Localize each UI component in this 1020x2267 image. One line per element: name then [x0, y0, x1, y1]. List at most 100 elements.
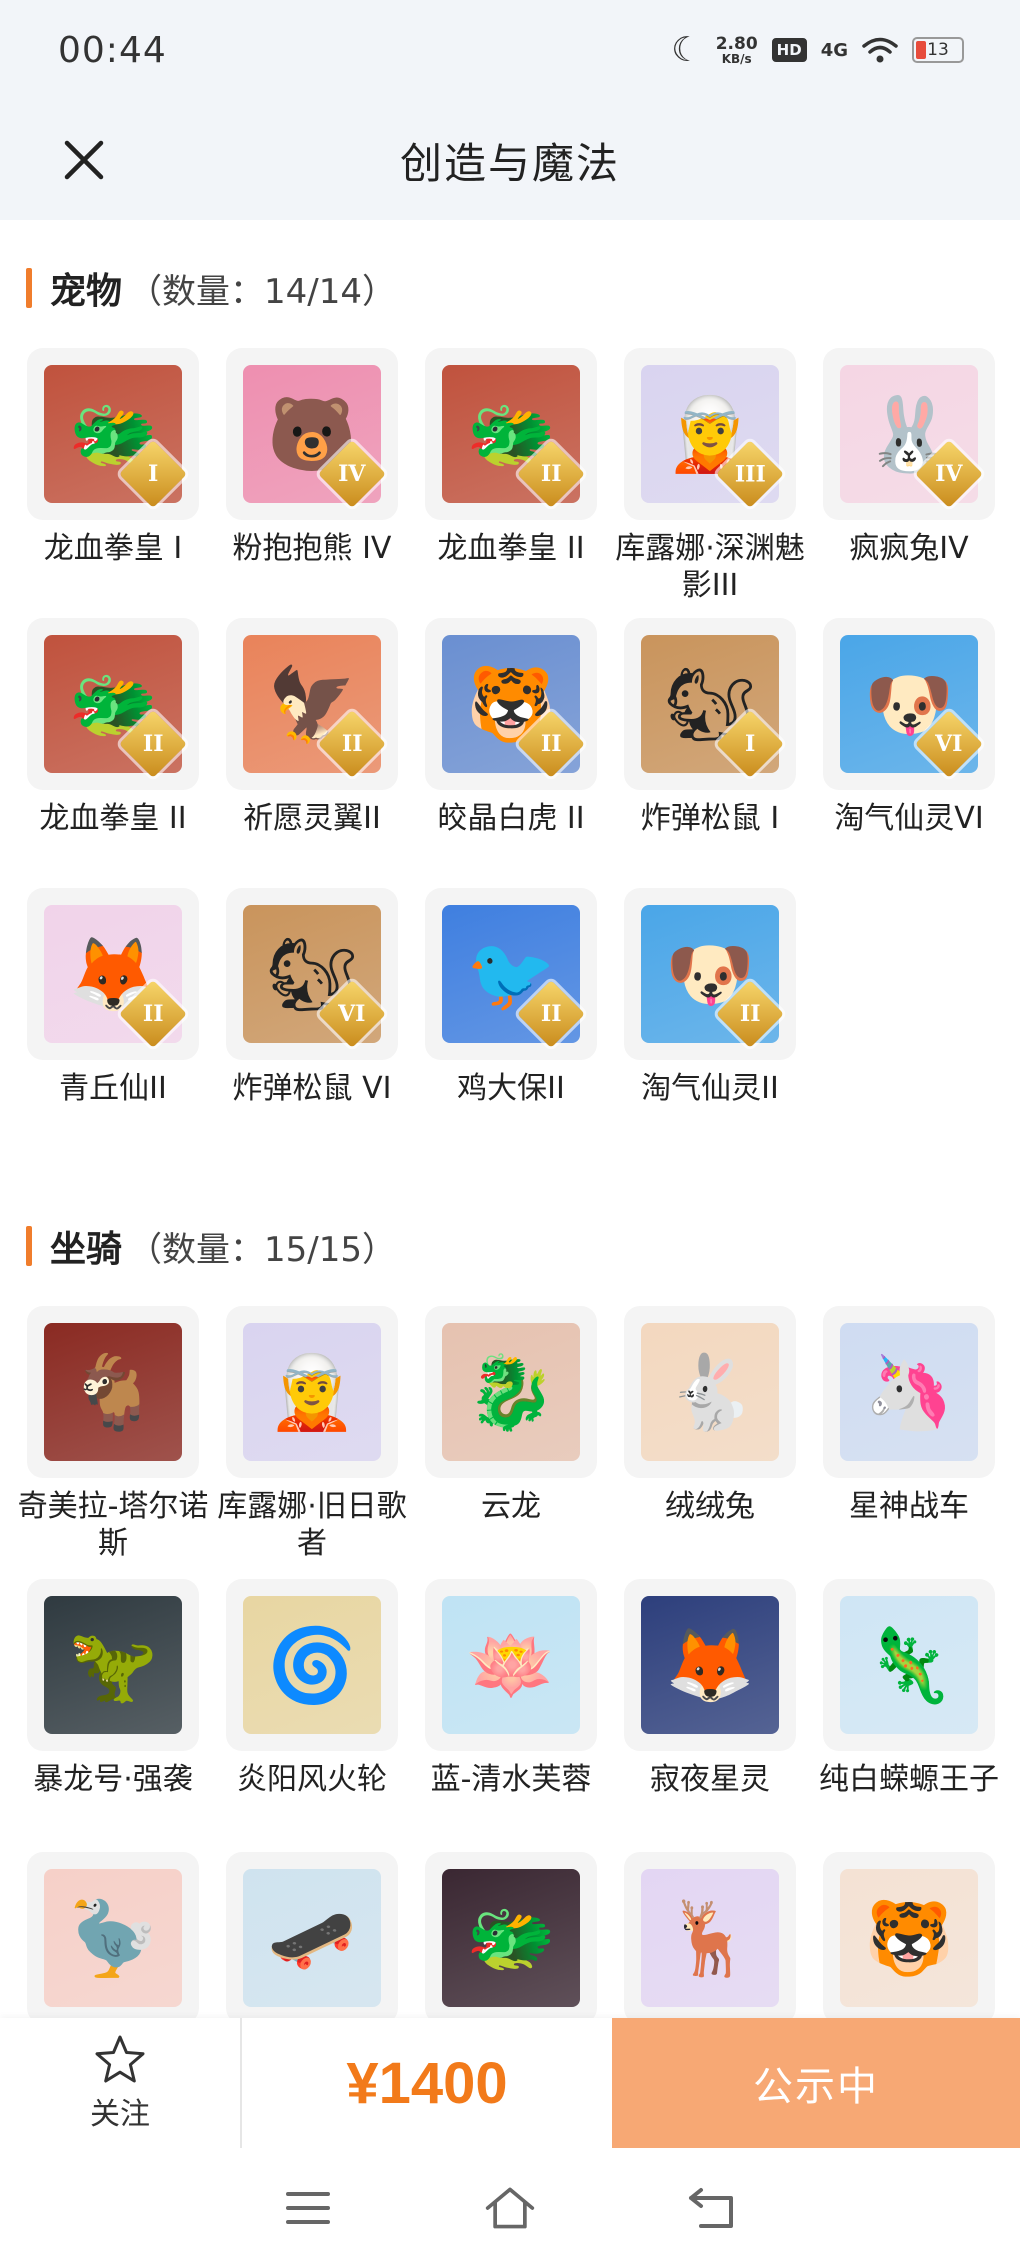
mounts-art-icon: 🐐: [68, 1350, 158, 1434]
mounts-item[interactable]: 🦄 星神战车: [823, 1306, 995, 1579]
pets-item[interactable]: 🐲 II 龙血拳皇 II: [425, 348, 597, 618]
back-button[interactable]: [686, 2182, 738, 2234]
mounts-name: 云龙: [481, 1489, 541, 1524]
mounts-thumbnail: 🦎: [823, 1579, 995, 1751]
pets-thumbnail: 🐿 I: [624, 618, 796, 790]
publicity-button[interactable]: 公示中: [612, 2018, 1020, 2148]
pets-section-header: 宠物 （数量：14/14）: [0, 258, 1020, 318]
mounts-item[interactable]: 🦎 纯白蝾螈王子: [819, 1579, 999, 1852]
pets-thumbnail: 🐲 I: [27, 348, 199, 520]
pets-thumbnail: 🐿 VI: [226, 888, 398, 1060]
pets-thumbnail: 🐦 II: [425, 888, 597, 1060]
section-accent-bar: [26, 1226, 32, 1266]
mounts-item[interactable]: 🧝 库露娜·旧日歌者: [217, 1306, 407, 1579]
mounts-art-icon: 🐲: [466, 1896, 556, 1980]
mounts-thumbnail: 🐯: [823, 1852, 995, 2020]
mounts-item[interactable]: 🦤追梦陆行鸟: [27, 1852, 199, 2020]
mounts-thumbnail: 🦊: [624, 1579, 796, 1751]
mounts-name: 库露娜·旧日歌者: [217, 1489, 407, 1561]
hd-icon: HD: [771, 38, 807, 62]
mounts-image: 🦤: [44, 1869, 182, 2007]
mounts-name: 蓝-清水芙蓉: [430, 1762, 592, 1797]
follow-label: 关注: [90, 2097, 150, 2132]
close-button[interactable]: [52, 128, 116, 192]
mounts-grid: 🐐 奇美拉-塔尔诺斯 🧝 库露娜·旧日歌者 🐉 云龙 🐇 绒绒兔 🦄 星神战车 🦖 暴龙号·强袭 🌀 炎阳…: [0, 1306, 1020, 2020]
pets-item[interactable]: 🐯 II 皎晶白虎 II: [425, 618, 597, 888]
mounts-name: 星神战车: [849, 1489, 969, 1524]
mounts-item[interactable]: 🦖 暴龙号·强袭: [27, 1579, 199, 1852]
mounts-item[interactable]: 🦊 寂夜星灵: [624, 1579, 796, 1852]
mounts-item[interactable]: 🌀 炎阳风火轮: [226, 1579, 398, 1852]
mounts-item[interactable]: 🐉 云龙: [425, 1306, 597, 1579]
pets-item[interactable]: 🐶 VI 淘气仙灵VI: [823, 618, 995, 888]
mounts-section-header: 坐骑 （数量：15/15）: [0, 1216, 1020, 1276]
battery-level: 13: [927, 40, 949, 60]
mounts-image: 🌀: [243, 1596, 381, 1734]
mounts-thumbnail: 🦄: [823, 1306, 995, 1478]
follow-button[interactable]: 关注: [0, 2018, 242, 2148]
mounts-image: 🦖: [44, 1596, 182, 1734]
menu-icon: [286, 2191, 330, 2224]
mounts-item[interactable]: 🪷 蓝-清水芙蓉: [425, 1579, 597, 1852]
home-button[interactable]: [484, 2182, 536, 2234]
battery-icon: 13: [912, 37, 964, 63]
mounts-item[interactable]: 🐲尼德霍格: [425, 1852, 597, 2020]
pets-name: 淘气仙灵VI: [834, 801, 984, 836]
mounts-image: 🐉: [442, 1323, 580, 1461]
mounts-image: 🦄: [840, 1323, 978, 1461]
pets-item[interactable]: 🐲 II 龙血拳皇 II: [27, 618, 199, 888]
star-icon: [95, 2035, 145, 2083]
mounts-art-icon: 🦌: [665, 1896, 755, 1980]
mounts-thumbnail: 🦤: [27, 1852, 199, 2020]
publicity-label: 公示中: [753, 2064, 879, 2110]
pets-grid: 🐲 I 龙血拳皇 I 🐻 IV 粉抱抱熊 IV 🐲 II 龙血拳皇 II 🧝 III 库露娜·深渊魅影…: [0, 348, 1020, 1158]
mounts-art-icon: 🐉: [466, 1350, 556, 1434]
pets-item[interactable]: 🐿 VI 炸弹松鼠 VI: [226, 888, 398, 1158]
pets-thumbnail: 🐻 IV: [226, 348, 398, 520]
pets-thumbnail: 🐲 II: [425, 348, 597, 520]
mounts-thumbnail: 🛹: [226, 1852, 398, 2020]
bottom-action-bar: 关注 ¥1400 公示中: [0, 2018, 1020, 2148]
speed-value: 2.80: [715, 33, 758, 54]
mounts-thumbnail: 🧝: [226, 1306, 398, 1478]
pets-item[interactable]: 🐶 II 淘气仙灵II: [624, 888, 796, 1158]
mounts-thumbnail: 🐇: [624, 1306, 796, 1478]
mounts-art-icon: 🧝: [267, 1350, 357, 1434]
pets-name: 皎晶白虎 II: [437, 801, 585, 836]
pets-item[interactable]: 🦅 II 祈愿灵翼II: [226, 618, 398, 888]
pets-item[interactable]: 🐻 IV 粉抱抱熊 IV: [226, 348, 398, 618]
mounts-image: 🐇: [641, 1323, 779, 1461]
pets-name: 炸弹松鼠 I: [640, 801, 780, 836]
mounts-art-icon: 🌀: [267, 1623, 357, 1707]
moon-icon: ☾: [671, 30, 702, 70]
pets-name: 青丘仙II: [59, 1071, 167, 1106]
mounts-item[interactable]: 🛹极·街头滑板: [226, 1852, 398, 2020]
content-scroll[interactable]: 宠物 （数量：14/14） 🐲 I 龙血拳皇 I 🐻 IV 粉抱抱熊 IV 🐲 II 龙血拳皇 …: [0, 220, 1020, 2020]
menu-button[interactable]: [282, 2182, 334, 2234]
pets-thumbnail: 🦊 II: [27, 888, 199, 1060]
pets-name: 疯疯兔IV: [849, 531, 969, 566]
pets-item[interactable]: 🐦 II 鸡大保II: [425, 888, 597, 1158]
pets-thumbnail: 🧝 III: [624, 348, 796, 520]
mounts-thumbnail: 🐲: [425, 1852, 597, 2020]
pets-item[interactable]: 🐲 I 龙血拳皇 I: [27, 348, 199, 618]
mounts-item[interactable]: 🦌启蒙小鹿: [624, 1852, 796, 2020]
mounts-section-count: （数量：15/15）: [128, 1229, 396, 1270]
pets-item[interactable]: 🐰 IV 疯疯兔IV: [823, 348, 995, 618]
mounts-item[interactable]: 🐇 绒绒兔: [624, 1306, 796, 1579]
pets-name: 龙血拳皇 II: [437, 531, 585, 566]
mounts-image: 🐲: [442, 1869, 580, 2007]
close-icon: [64, 140, 104, 180]
network-speed: 2.80 KB/s: [715, 33, 758, 65]
pets-item[interactable]: 🧝 III 库露娜·深渊魅影III: [615, 348, 805, 618]
mounts-art-icon: 🦖: [68, 1623, 158, 1707]
mounts-name: 寂夜星灵: [650, 1762, 770, 1797]
mounts-name: 炎阳风火轮: [237, 1762, 387, 1797]
mounts-image: 🪷: [442, 1596, 580, 1734]
nav-bar: 创造与魔法: [0, 100, 1020, 220]
mounts-item[interactable]: 🐐 奇美拉-塔尔诺斯: [18, 1306, 208, 1579]
mounts-item[interactable]: 🐯布偶小虎: [823, 1852, 995, 2020]
pets-item[interactable]: 🐿 I 炸弹松鼠 I: [624, 618, 796, 888]
mounts-image: 🐯: [840, 1869, 978, 2007]
pets-item[interactable]: 🦊 II 青丘仙II: [27, 888, 199, 1158]
